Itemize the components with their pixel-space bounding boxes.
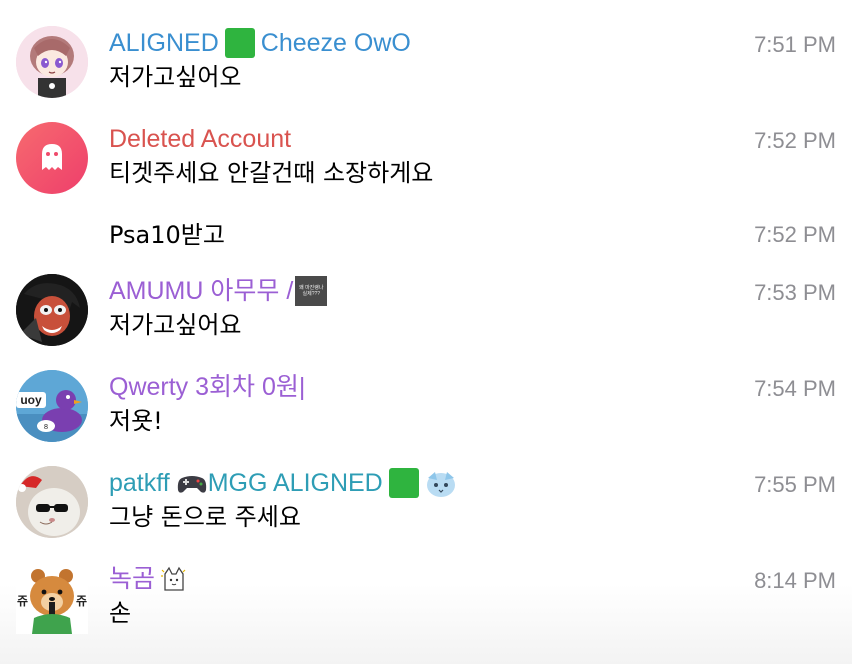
message-row[interactable]: AMUMU 아무무 / 왜 마진랭나 실제??? 저가고싶어요 7:53 PM <box>0 272 852 352</box>
sender-label: Deleted Account <box>109 125 292 153</box>
sender-label: ALIGNED <box>109 29 219 57</box>
sender-label: Qwerty 3회차 0원| <box>109 373 306 401</box>
sender-name[interactable]: Deleted Account <box>109 124 291 154</box>
message-time: 7:54 PM <box>754 376 836 401</box>
message-text: 저욧! <box>109 407 163 435</box>
avatar[interactable] <box>16 466 88 538</box>
message-text: 그냥 돈으로 주세요 <box>109 503 301 531</box>
avatar-text-right: 쥬 <box>75 594 87 608</box>
sender-name[interactable]: Qwerty 3회차 0원| <box>109 372 305 402</box>
avatar-text-left: 쥬 <box>17 594 29 608</box>
avatar[interactable] <box>16 26 88 98</box>
cat-sticker-icon <box>159 564 189 594</box>
message-row[interactable]: 8 uoy Qwerty 3회차 0원| 저욧! 7:54 PM <box>0 368 852 448</box>
avatar[interactable]: 쥬 쥬 <box>16 562 88 634</box>
message-text: Psa10받고 <box>109 221 225 249</box>
message-time: 7:52 PM <box>754 128 836 153</box>
sender-label: AMUMU 아무무 / <box>109 277 294 305</box>
message-row[interactable]: Psa10받고 7:52 PM <box>0 220 852 256</box>
sender-name[interactable]: patkff MGG ALIGNED <box>109 468 463 498</box>
sender-suffix: Cheeze OwO <box>260 29 411 57</box>
message-text: 티겟주세요 안갈건때 소장하게요 <box>109 159 434 187</box>
avatar[interactable]: 8 uoy <box>16 370 88 442</box>
sender-label: patkff <box>109 469 170 497</box>
sender-name[interactable]: 녹곰 <box>109 564 195 594</box>
message-text: 저가고싶어오 <box>109 63 242 91</box>
green-square-icon <box>388 468 419 498</box>
sender-sticker-badge: 왜 마진랭나 실제??? <box>295 276 328 306</box>
gamepad-icon <box>176 468 208 498</box>
message-text: 저가고싶어요 <box>109 311 242 339</box>
message-time: 7:52 PM <box>754 222 836 247</box>
message-row[interactable]: Deleted Account 티겟주세요 안갈건때 소장하게요 7:52 PM <box>0 120 852 200</box>
svg-text:8: 8 <box>44 423 48 431</box>
sender-label: 녹곰 <box>109 565 156 593</box>
sender-middle: MGG ALIGNED <box>207 469 383 497</box>
message-time: 7:53 PM <box>754 280 836 305</box>
message-row[interactable]: 쥬 쥬 녹곰 손 8:14 PM <box>0 560 852 640</box>
chat-message-list: ALIGNED Cheeze OwO 저가고싶어오 7:51 PM Delete… <box>0 0 852 664</box>
sticker-caption: 왜 마진랭나 실제??? <box>299 285 324 297</box>
ghost-icon <box>42 144 62 170</box>
sender-name[interactable]: AMUMU 아무무 / 왜 마진랭나 실제??? <box>109 276 333 306</box>
avatar[interactable] <box>16 274 88 346</box>
message-time: 8:14 PM <box>754 568 836 593</box>
message-row[interactable]: ALIGNED Cheeze OwO 저가고싶어오 7:51 PM <box>0 24 852 104</box>
message-row[interactable]: patkff MGG ALIGNED 그냥 돈으로 주세요 7:55 PM <box>0 464 852 544</box>
green-square-icon <box>224 28 255 58</box>
message-time: 7:55 PM <box>754 472 836 497</box>
avatar-text: uoy <box>20 393 42 407</box>
message-text: 손 <box>109 599 132 627</box>
avatar[interactable] <box>16 122 88 194</box>
message-time: 7:51 PM <box>754 32 836 57</box>
sender-name[interactable]: ALIGNED Cheeze OwO <box>109 28 411 58</box>
cute-face-icon <box>425 468 457 498</box>
